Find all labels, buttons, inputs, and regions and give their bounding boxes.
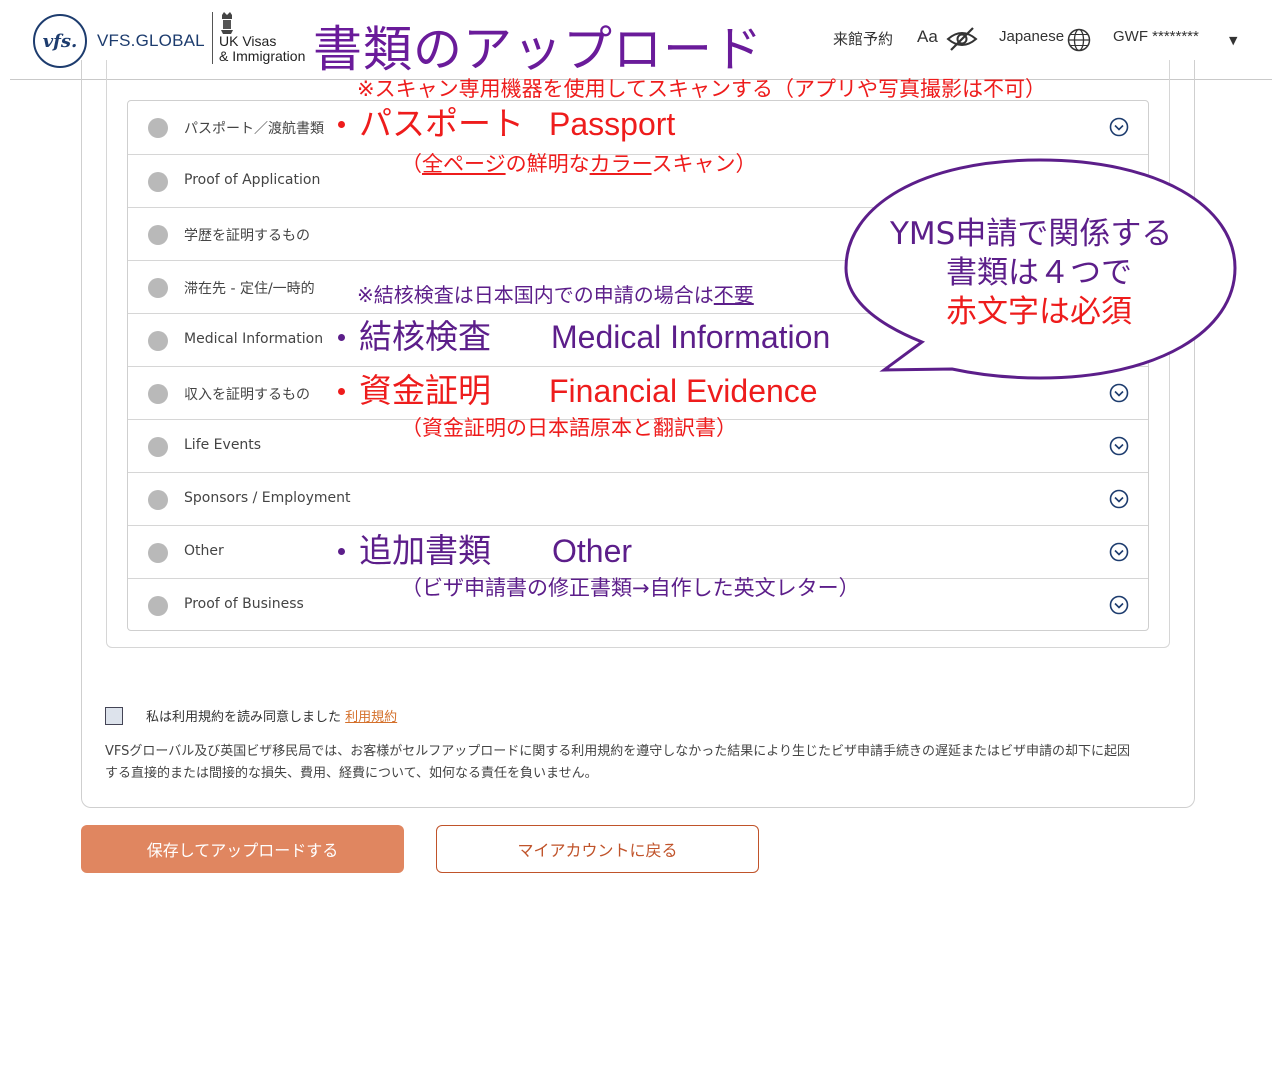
logo-divider: [212, 12, 213, 64]
status-dot-icon: [148, 596, 168, 616]
status-dot-icon: [148, 331, 168, 351]
passport-subnote-part: 全ページ: [422, 152, 506, 176]
passport-subnote-part: スキャン）: [651, 152, 757, 176]
chevron-down-icon[interactable]: [1109, 117, 1129, 137]
text-size-toggle[interactable]: Aa: [917, 27, 938, 47]
caret-down-icon[interactable]: ▼: [1229, 34, 1237, 47]
finance-annotation-en: Financial Evidence: [549, 373, 818, 409]
vfs-logo-icon[interactable]: vfs.: [33, 14, 87, 68]
bullet-icon: [338, 334, 345, 341]
scan-note: ※スキャン専用機器を使用してスキャンする（アプリや写真撮影は不可）: [357, 77, 1046, 101]
language-selector[interactable]: Japanese: [999, 28, 1064, 45]
chevron-down-icon[interactable]: [1109, 595, 1129, 615]
passport-subnote-part: カラー: [589, 152, 652, 176]
bubble-line-3: 赤文字は必須: [946, 294, 1132, 330]
bullet-icon: [338, 121, 345, 128]
globe-icon[interactable]: [1067, 28, 1091, 52]
chevron-down-icon[interactable]: [1109, 383, 1129, 403]
passport-annotation-ja: パスポート: [359, 104, 524, 143]
bubble-line-1: YMS申請で関係する: [890, 216, 1173, 252]
passport-subnote-part: の鮮明な: [505, 152, 590, 176]
bullet-icon: [338, 388, 345, 395]
status-dot-icon: [148, 278, 168, 298]
terms-label: 私は利用規約を読み同意しました 利用規約: [146, 706, 397, 725]
accordion-label: Other: [184, 543, 224, 559]
accordion-label: 滞在先 - 定住/一時的: [184, 281, 315, 297]
medical-annotation-ja: 結核検査: [359, 317, 491, 356]
back-to-account-button[interactable]: マイアカウントに戻る: [436, 825, 759, 873]
status-dot-icon: [148, 437, 168, 457]
terms-link[interactable]: 利用規約: [345, 710, 397, 725]
passport-annotation-en: Passport: [549, 106, 676, 142]
accordion-label: 収入を証明するもの: [184, 387, 310, 403]
status-dot-icon: [148, 225, 168, 245]
accordion-label: Medical Information: [184, 331, 324, 347]
nav-booking-link[interactable]: 来館予約: [833, 28, 893, 49]
accordion-label: 学歴を証明するもの: [184, 228, 310, 244]
chevron-down-icon[interactable]: [1109, 542, 1129, 562]
status-dot-icon: [148, 543, 168, 563]
accordion-label: Proof of Business: [184, 596, 304, 612]
status-dot-icon: [148, 118, 168, 138]
tb-note-part: 不要: [713, 283, 754, 307]
accordion-label: Proof of Application: [184, 172, 321, 188]
finance-subnote: （資金証明の日本語原本と翻訳書）: [401, 416, 737, 440]
passport-subnote: （全ページの鮮明なカラースキャン）: [401, 154, 757, 175]
terms-label-text: 私は利用規約を読み同意しました: [146, 710, 342, 725]
terms-checkbox[interactable]: [105, 707, 123, 725]
accordion-row-sponsors[interactable]: Sponsors / Employment: [128, 472, 1148, 525]
chevron-down-icon[interactable]: [1109, 489, 1129, 509]
tb-note: ※結核検査は日本国内での申請の場合は不要: [357, 285, 754, 305]
accordion-label: パスポート／渡航書類: [184, 121, 324, 137]
other-subnote: （ビザ申請書の修正書類→自作した英文レター）: [401, 576, 860, 600]
accordion-label: Life Events: [184, 437, 262, 453]
other-annotation-ja: 追加書類: [359, 531, 491, 570]
crest-icon: [221, 12, 233, 34]
status-dot-icon: [148, 490, 168, 510]
medical-annotation-en: Medical Information: [551, 319, 831, 355]
tb-note-part: ※結核検査は日本国内での申請の場合は: [357, 283, 714, 307]
disclaimer-text: VFSグローバル及び英国ビザ移民局では、お客様がセルフアップロードに関する利用規…: [105, 744, 1131, 781]
other-annotation-en: Other: [552, 533, 633, 569]
chevron-down-icon[interactable]: [1109, 436, 1129, 456]
passport-subnote-part: （: [401, 152, 422, 176]
status-dot-icon: [148, 384, 168, 404]
vfs-logo-text[interactable]: VFS.GLOBAL: [97, 31, 205, 51]
uk-visas-line1: UK Visas: [219, 33, 277, 49]
eye-slash-icon[interactable]: [946, 26, 978, 52]
accordion-label: Sponsors / Employment: [184, 490, 351, 506]
status-dot-icon: [148, 172, 168, 192]
bubble-line-2: 書類は４つで: [946, 255, 1132, 291]
user-menu[interactable]: GWF ********: [1113, 28, 1199, 45]
accordion-row-other[interactable]: Other: [128, 525, 1148, 578]
save-upload-button[interactable]: 保存してアップロードする: [81, 825, 404, 873]
finance-annotation-ja: 資金証明: [359, 371, 491, 410]
bullet-icon: [338, 548, 345, 555]
